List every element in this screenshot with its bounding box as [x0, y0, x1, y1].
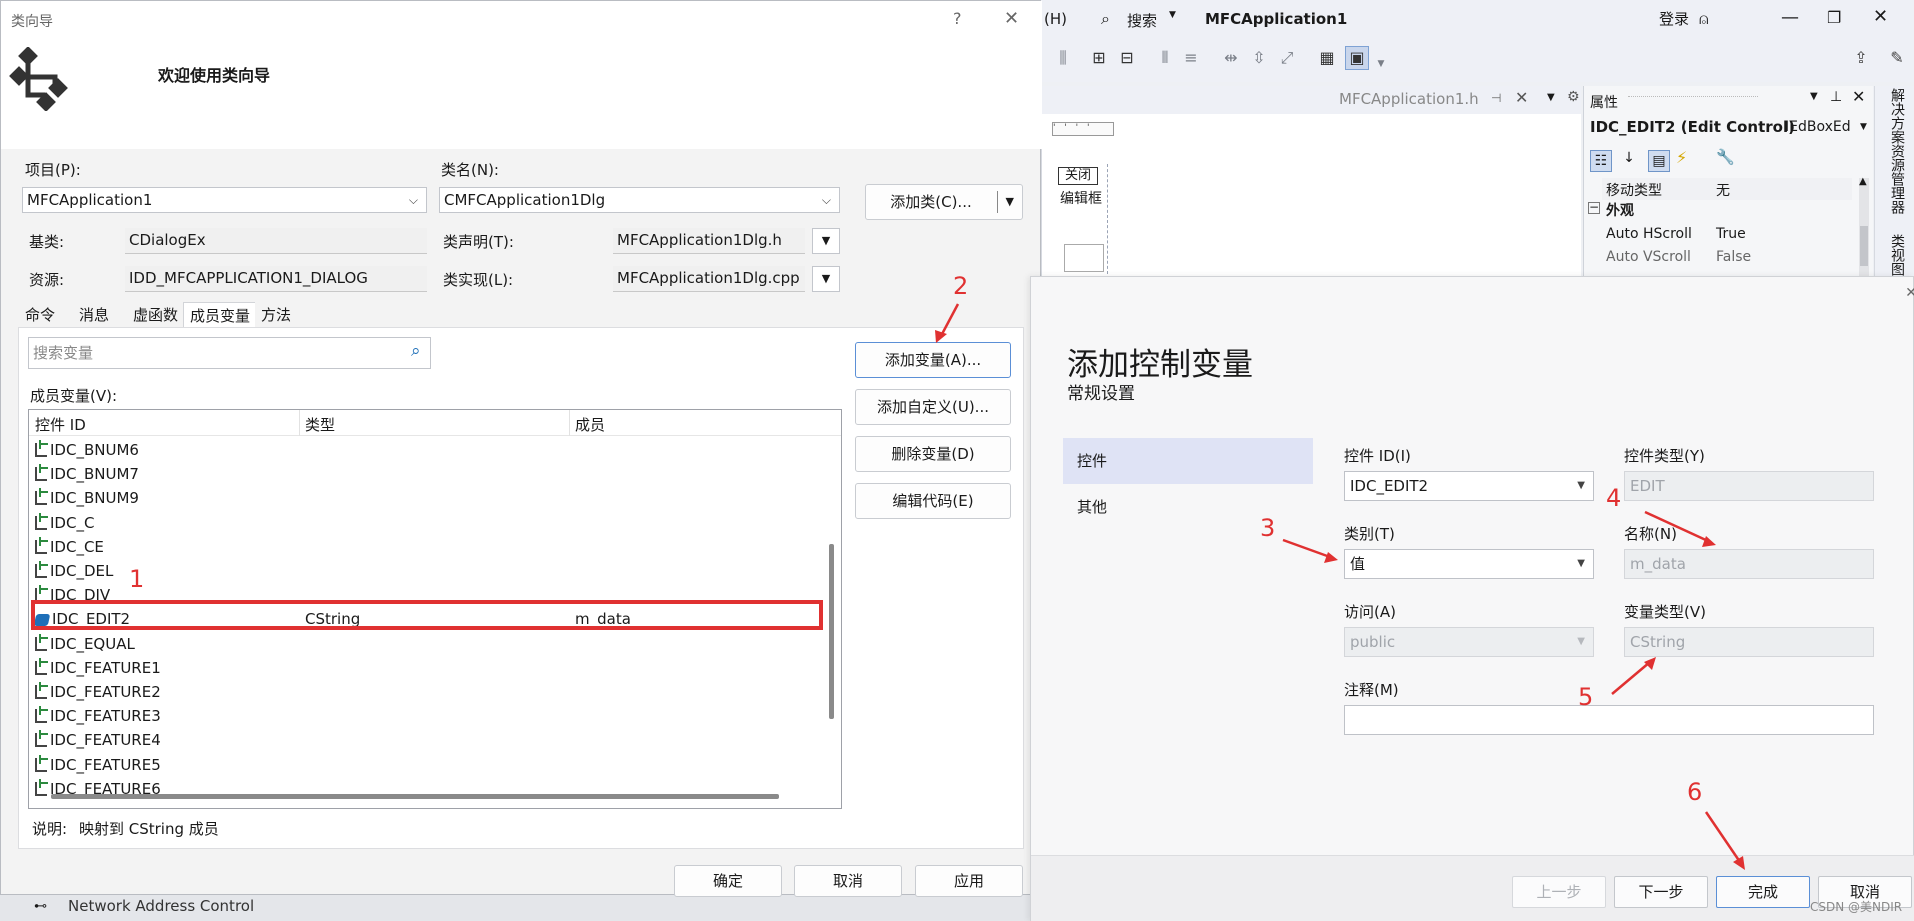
- callout-2: 2: [953, 272, 969, 300]
- callout-3: 3: [1260, 514, 1276, 542]
- callout-1: 1: [129, 565, 145, 593]
- callout-4: 4: [1606, 484, 1622, 512]
- annotation-arrows: [935, 303, 1745, 870]
- callout-6: 6: [1687, 778, 1703, 806]
- callout-5: 5: [1578, 683, 1594, 711]
